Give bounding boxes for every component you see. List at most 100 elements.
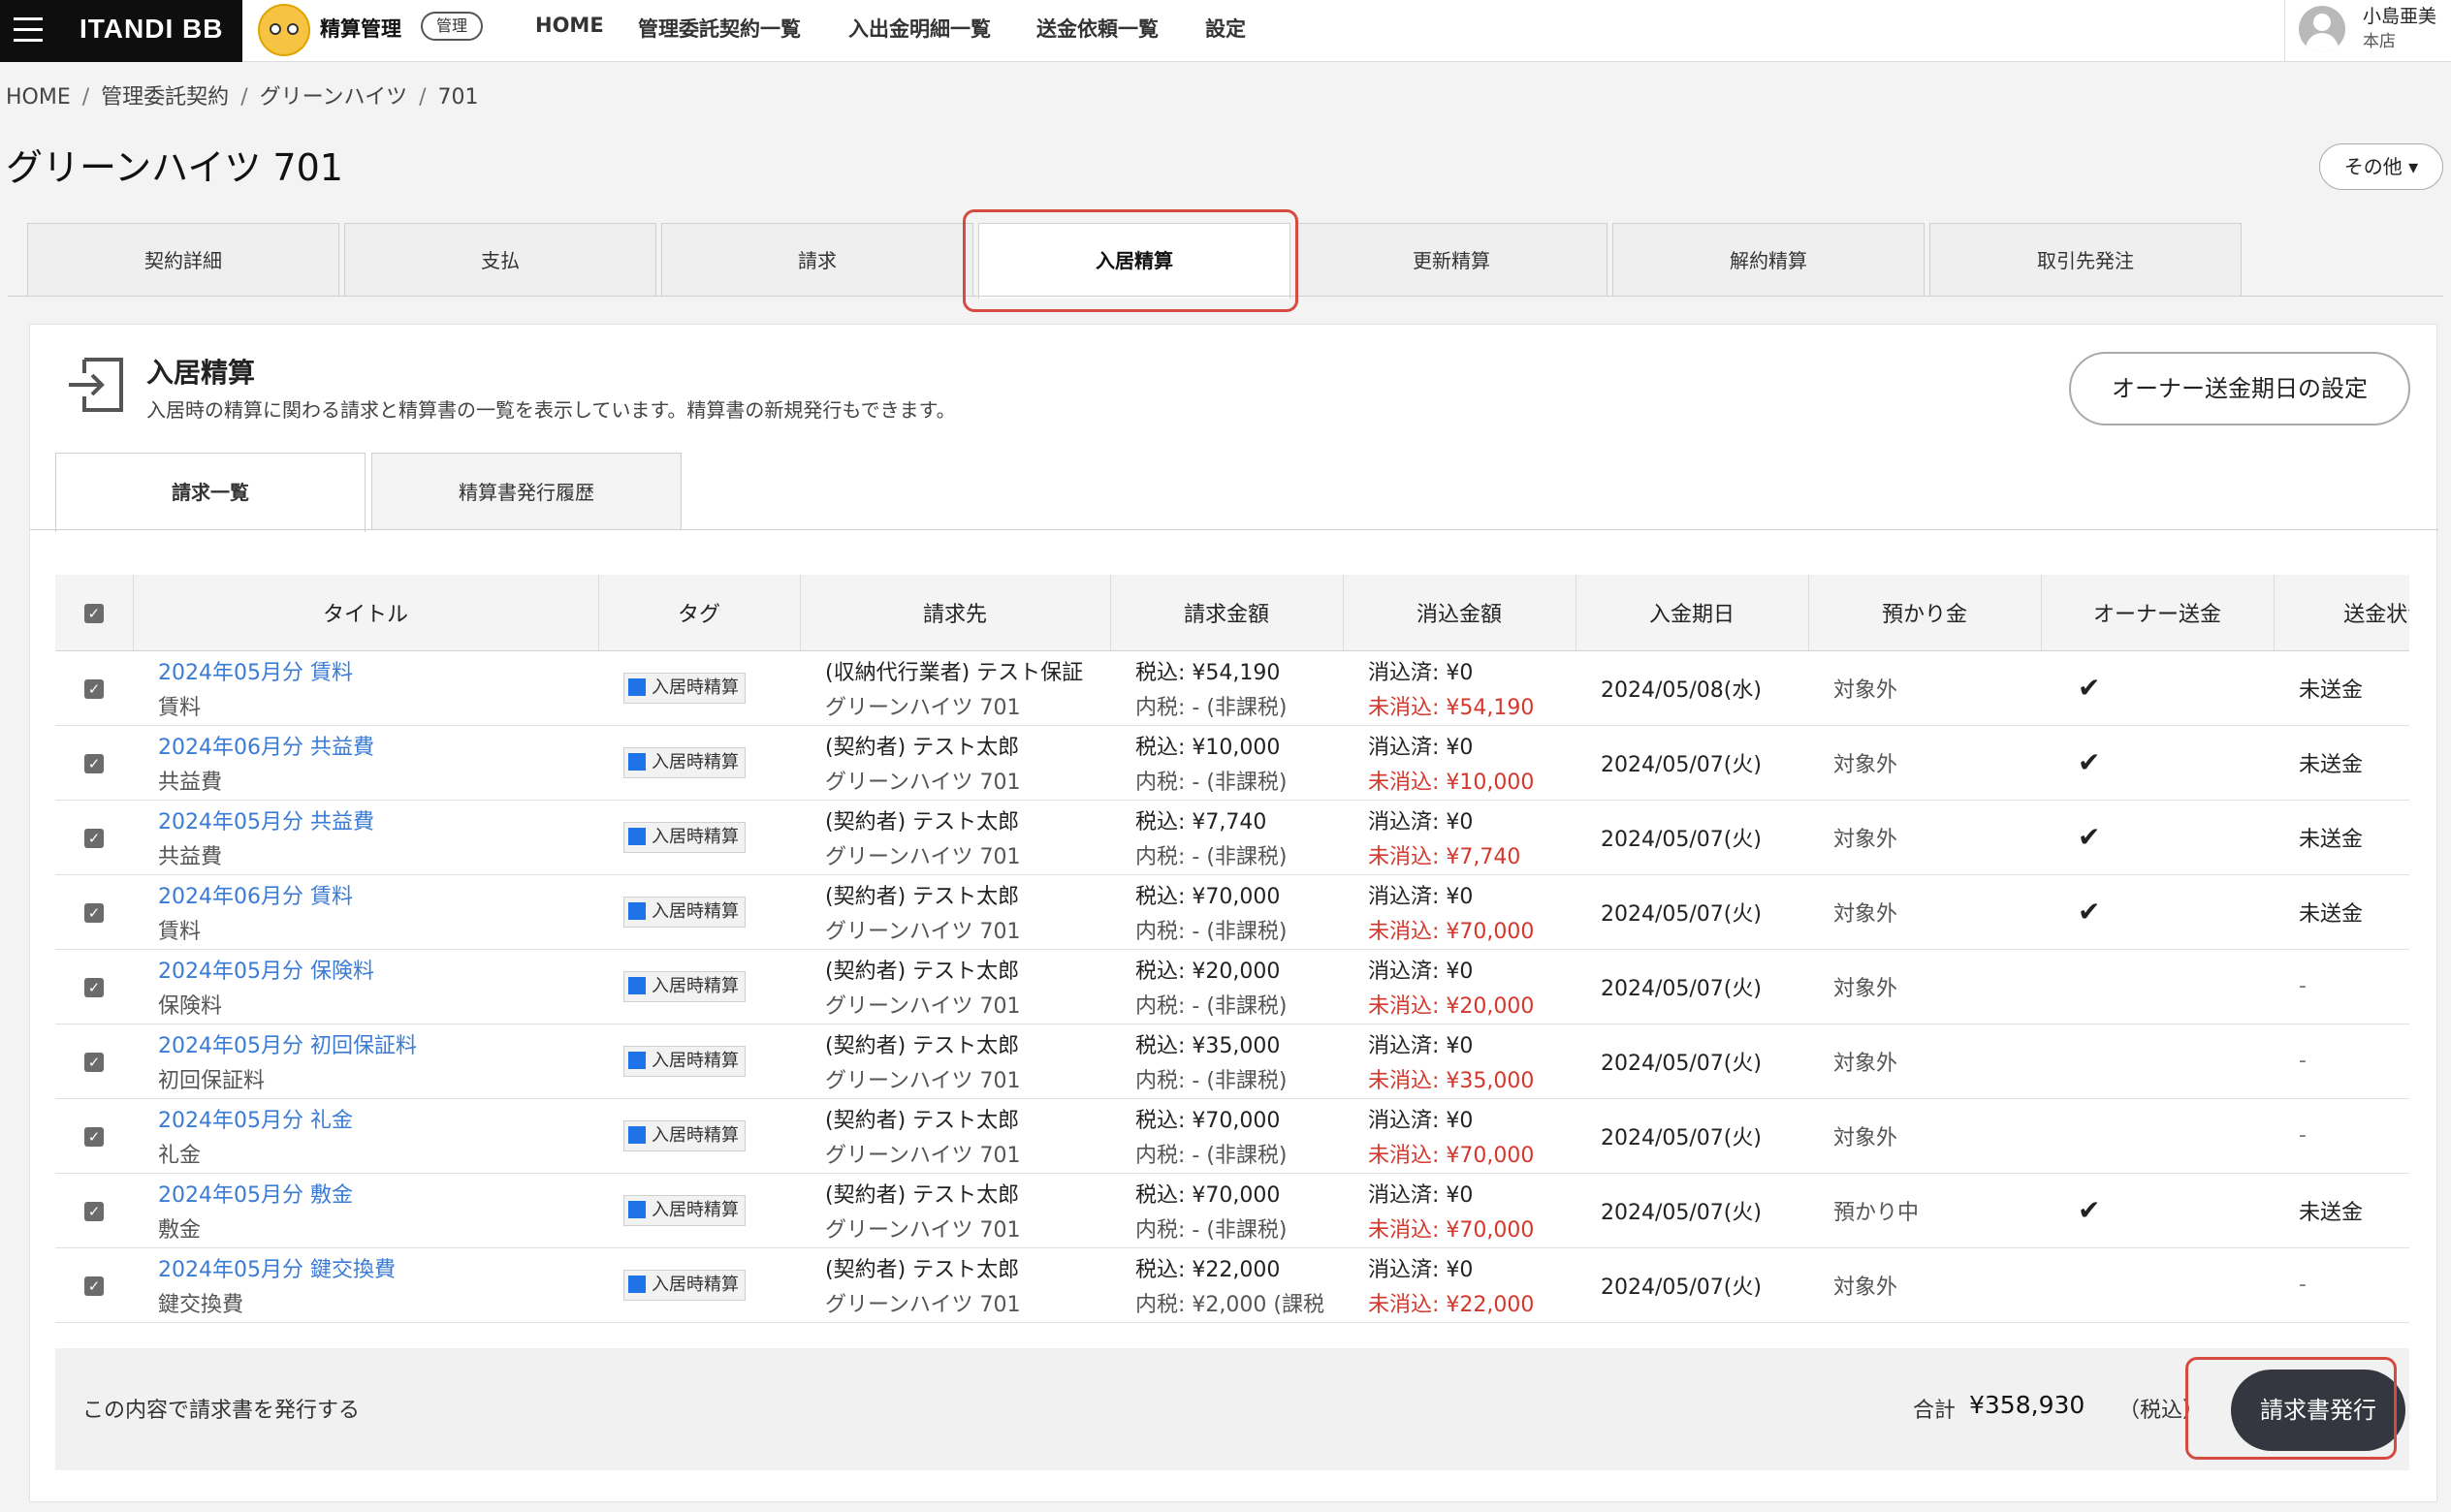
other-menu-button[interactable]: その他 ▾ [2319,143,2443,190]
table-row[interactable]: ✓ 2024年06月分 共益費 共益費 入居時精算 (契約者) テスト太郎 グリーンハイツ… [55,725,2409,801]
header-tag: タグ [597,575,800,651]
subtab-invoice-list[interactable]: 請求一覧 [55,453,366,532]
table-row[interactable]: ✓ 2024年05月分 共益費 共益費 入居時精算 (契約者) テスト太郎 グリーンハイツ… [55,800,2409,875]
uncleared-amount: 未消込: ¥70,000 [1368,1217,1535,1243]
invoice-title-link[interactable]: 2024年05月分 敷金 [158,1178,573,1209]
table-row[interactable]: ✓ 2024年05月分 礼金 礼金 入居時精算 (契約者) テスト太郎 グリーンハイツ 7… [55,1098,2409,1174]
table-row[interactable]: ✓ 2024年05月分 賃料 賃料 入居時精算 (収納代行業者) テスト保証 グリーンハイ… [55,650,2409,726]
tag-badge: 入居時精算 [623,1194,746,1226]
row-checkbox[interactable]: ✓ [55,949,133,1024]
breadcrumb-property[interactable]: グリーンハイツ [260,85,407,110]
tag-label: 入居時精算 [652,1124,739,1146]
invoice-title-link[interactable]: 2024年05月分 鍵交換費 [158,1252,573,1283]
check-icon: ✓ [83,604,104,624]
row-checkbox[interactable]: ✓ [55,650,133,726]
nav-transactions[interactable]: 入出金明細一覧 [848,14,991,43]
tag-color-icon [628,752,646,771]
tag-label: 入居時精算 [652,900,739,922]
invoice-title-link[interactable]: 2024年06月分 共益費 [158,730,573,761]
row-checkbox[interactable]: ✓ [55,725,133,801]
tab-renewal-settlement[interactable]: 更新精算 [1295,223,1607,297]
total-label: 合計 [1913,1399,1957,1423]
table-row[interactable]: ✓ 2024年05月分 鍵交換費 鍵交換費 入居時精算 (契約者) テスト太郎 グリーンハ… [55,1247,2409,1323]
tag-color-icon [628,1275,646,1293]
nav-remittances[interactable]: 送金依頼一覧 [1036,14,1159,43]
row-checkbox[interactable]: ✓ [55,800,133,875]
tab-payments[interactable]: 支払 [344,223,656,297]
table-row[interactable]: ✓ 2024年05月分 保険料 保険料 入居時精算 (契約者) テスト太郎 グリーンハイツ… [55,949,2409,1024]
tab-contract-details[interactable]: 契約詳細 [27,223,339,297]
amount-including-tax: 税込: ¥10,000 [1135,735,1281,760]
invoice-subtitle: 共益費 [158,770,223,795]
tag-badge: 入居時精算 [623,746,746,778]
amount-including-tax: 税込: ¥20,000 [1135,959,1281,984]
amount-tax-detail: 内税: - (非課税) [1135,1068,1288,1093]
header-deposit: 預かり金 [1807,575,2041,651]
payer-property: グリーンハイツ 701 [825,993,1021,1019]
check-icon: ✓ [84,1202,104,1221]
hamburger-menu-icon[interactable] [14,17,43,43]
user-name: 小島亜美 [2363,6,2437,27]
owner-remittance-check-icon: ✔ [2041,800,2274,875]
payer-name: (契約者) テスト太郎 [825,1033,1020,1058]
tag-badge: 入居時精算 [623,1269,746,1301]
table-row[interactable]: ✓ 2024年05月分 初回保証料 初回保証料 入居時精算 (契約者) テスト太郎 グリー… [55,1024,2409,1099]
deposit-status: 対象外 [1808,874,2041,950]
uncleared-amount: 未消込: ¥35,000 [1368,1068,1535,1093]
invoice-table-container[interactable]: ✓ タイトル タグ 請求先 請求金額 消込金額 入金期日 預かり金 オーナー送金… [55,575,2409,1329]
brand-area: ITANDI BB [0,0,242,62]
row-checkbox[interactable]: ✓ [55,874,133,950]
brand-logo[interactable]: ITANDI BB [80,14,223,45]
move-in-settlement-panel: 入居精算 入居時の精算に関わる請求と精算書の一覧を表示しています。精算書の新規発… [29,324,2438,1502]
select-all-checkbox[interactable]: ✓ [55,575,133,651]
nav-home[interactable]: HOME [535,14,604,37]
owner-remittance-check-icon [2041,949,2274,1024]
check-icon: ✓ [84,679,104,699]
amount-tax-detail: 内税: - (非課税) [1135,993,1288,1019]
row-checkbox[interactable]: ✓ [55,1173,133,1248]
payer-property: グリーンハイツ 701 [825,1292,1021,1317]
invoice-title-link[interactable]: 2024年05月分 初回保証料 [158,1028,573,1059]
invoice-title-link[interactable]: 2024年05月分 礼金 [158,1103,573,1134]
nav-contracts[interactable]: 管理委託契約一覧 [638,14,801,43]
table-row[interactable]: ✓ 2024年06月分 賃料 賃料 入居時精算 (契約者) テスト太郎 グリーンハイツ 7… [55,874,2409,950]
tab-billing[interactable]: 請求 [661,223,973,297]
payer-name: (契約者) テスト太郎 [825,959,1020,984]
owner-remittance-check-icon: ✔ [2041,874,2274,950]
remittance-status: 未送金 [2274,874,2409,950]
tag-badge: 入居時精算 [623,1119,746,1151]
tab-vendor-orders[interactable]: 取引先発注 [1929,223,2242,297]
owner-remittance-date-button[interactable]: オーナー送金期日の設定 [2069,352,2410,425]
breadcrumb-home[interactable]: HOME [6,85,71,110]
deposit-status: 預かり中 [1808,1173,2041,1248]
payer-property: グリーンハイツ 701 [825,1143,1021,1168]
deposit-status: 対象外 [1808,1098,2041,1174]
breadcrumb-contracts[interactable]: 管理委託契約 [101,85,229,110]
invoice-subtitle: 賃料 [158,919,202,944]
top-bar: ITANDI BB 精算管理 管理 HOME 管理委託契約一覧 入出金明細一覧 … [0,0,2451,62]
table-row[interactable]: ✓ 2024年05月分 敷金 敷金 入居時精算 (契約者) テスト太郎 グリーンハイツ 7… [55,1173,2409,1248]
check-icon: ✓ [84,754,104,773]
row-checkbox[interactable]: ✓ [55,1098,133,1174]
user-menu[interactable]: 小島亜美 本店 [2284,0,2451,62]
subtab-statement-history[interactable]: 精算書発行履歴 [371,453,682,530]
remittance-status: 未送金 [2274,650,2409,726]
cleared-amount: 消込済: ¥0 [1368,884,1474,909]
uncleared-amount: 未消込: ¥70,000 [1368,919,1535,944]
amount-tax-detail: 内税: - (非課税) [1135,1143,1288,1168]
deposit-status: 対象外 [1808,949,2041,1024]
invoice-title-link[interactable]: 2024年05月分 保険料 [158,954,573,985]
breadcrumb-room: 701 [437,85,479,110]
row-checkbox[interactable]: ✓ [55,1247,133,1323]
nav-settings[interactable]: 設定 [1205,14,1246,43]
tag-color-icon [628,1051,646,1069]
amount-including-tax: 税込: ¥70,000 [1135,1108,1281,1133]
invoice-title-link[interactable]: 2024年05月分 共益費 [158,804,573,835]
tag-color-icon [628,827,646,845]
invoice-title-link[interactable]: 2024年05月分 賃料 [158,655,573,686]
invoice-title-link[interactable]: 2024年06月分 賃料 [158,879,573,910]
tag-label: 入居時精算 [652,1274,739,1295]
payer-name: (契約者) テスト太郎 [825,809,1020,835]
tab-termination-settlement[interactable]: 解約精算 [1612,223,1925,297]
row-checkbox[interactable]: ✓ [55,1024,133,1099]
